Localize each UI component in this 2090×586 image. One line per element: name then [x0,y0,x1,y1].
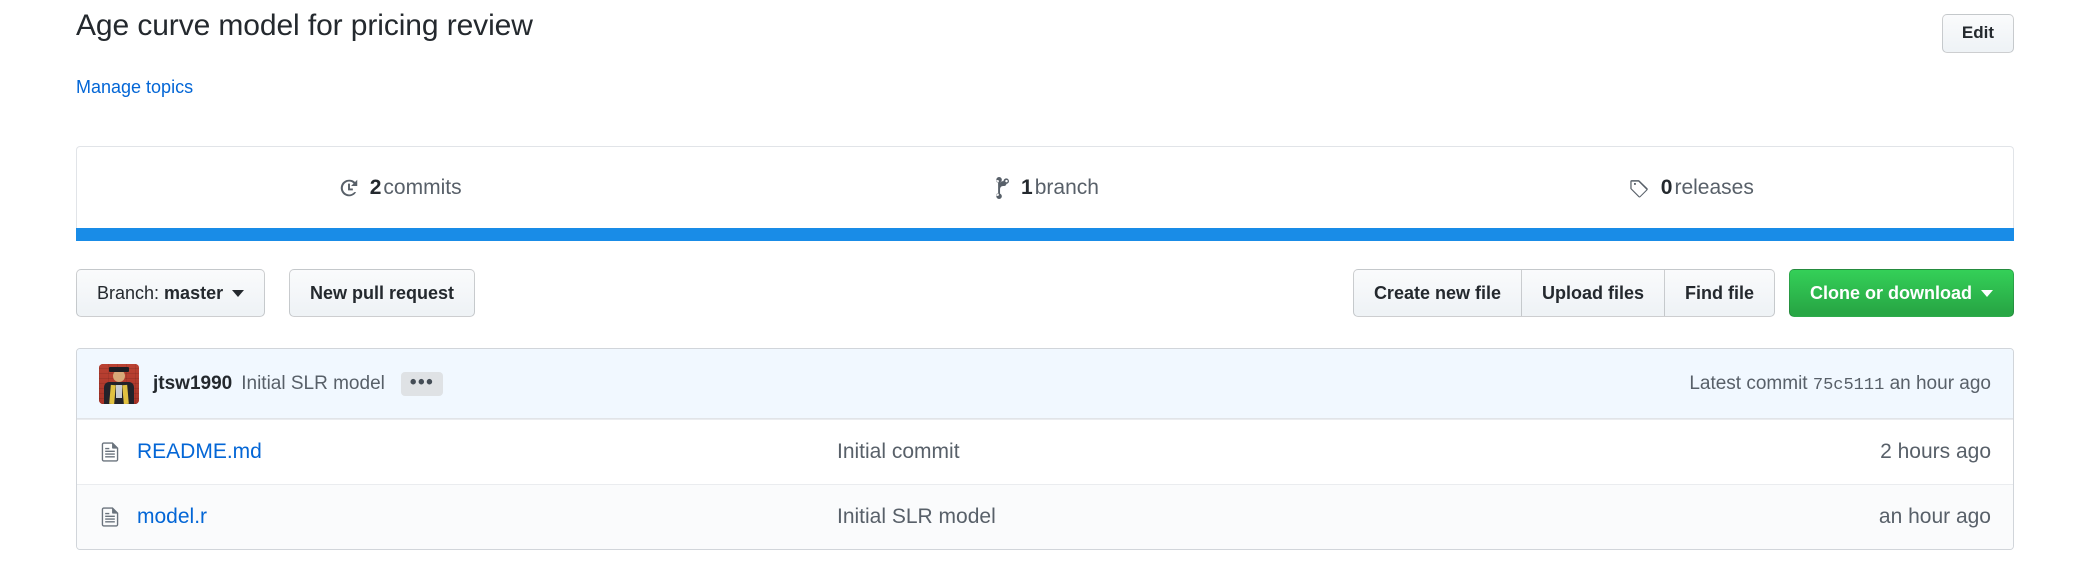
latest-commit-meta: Latest commit 75c5111 an hour ago [1689,373,1991,395]
file-icon [99,506,123,528]
file-age: 2 hours ago [1731,440,1991,464]
repo-header: Age curve model for pricing review Edit [76,6,2014,68]
stat-releases-label: releases [1674,176,1753,199]
right-action-group: Create new file Upload files Find file C… [1353,269,2014,317]
avatar [99,364,139,404]
language-segment-r [76,228,2014,241]
stat-branches[interactable]: 1branch [722,147,1367,228]
table-row[interactable]: README.md Initial commit 2 hours ago [77,419,2013,484]
branch-name-label: master [164,283,223,303]
language-bar [76,228,2014,241]
upload-files-button[interactable]: Upload files [1521,269,1665,317]
latest-commit-age: an hour ago [1890,373,1991,394]
repo-actions-row: Branch: master New pull request Create n… [76,269,2014,317]
stat-branches-label: branch [1035,176,1099,199]
file-commit-message[interactable]: Initial commit [837,440,1731,464]
edit-button[interactable]: Edit [1942,14,2014,53]
file-icon [99,441,123,463]
clone-label: Clone or download [1810,283,1972,303]
manage-topics-link[interactable]: Manage topics [76,77,193,98]
repo-stats-container: 2commits 1branch 0releases [76,146,2014,241]
latest-commit-prefix: Latest commit [1689,373,1807,394]
latest-commit-bar: jtsw1990 Initial SLR model ••• Latest co… [77,349,2013,419]
repository-page: Age curve model for pricing review Edit … [0,0,2090,586]
tag-icon [1627,177,1651,199]
stat-branches-count: 1 [1021,176,1033,199]
commit-expand-button[interactable]: ••• [401,372,443,396]
create-new-file-button[interactable]: Create new file [1353,269,1522,317]
stat-commits-label: commits [383,176,461,199]
file-name-link[interactable]: README.md [137,440,837,464]
commit-author-link[interactable]: jtsw1990 [153,373,232,395]
chevron-down-icon [1981,290,1993,297]
history-icon [338,177,360,199]
ellipsis-icon: ••• [410,374,434,392]
commit-message-link[interactable]: Initial SLR model [241,373,385,395]
table-row[interactable]: model.r Initial SLR model an hour ago [77,484,2013,549]
find-file-button[interactable]: Find file [1664,269,1775,317]
file-actions-button-group: Create new file Upload files Find file [1353,269,1775,317]
branch-selector-button[interactable]: Branch: master [76,269,265,317]
stat-releases-count: 0 [1661,176,1673,199]
stat-commits[interactable]: 2commits [77,147,722,228]
repo-stats-bar: 2commits 1branch 0releases [76,146,2014,228]
chevron-down-icon [232,290,244,297]
stat-commits-count: 2 [370,176,382,199]
file-list-container: jtsw1990 Initial SLR model ••• Latest co… [76,348,2014,550]
branch-prefix-label: Branch: [97,283,164,303]
stat-releases[interactable]: 0releases [1368,147,2013,228]
new-pull-request-button[interactable]: New pull request [289,269,475,317]
commit-sha[interactable]: 75c5111 [1813,376,1884,395]
page-title: Age curve model for pricing review [76,6,533,46]
file-commit-message[interactable]: Initial SLR model [837,505,1731,529]
clone-or-download-button[interactable]: Clone or download [1789,269,2014,317]
file-name-link[interactable]: model.r [137,505,837,529]
file-age: an hour ago [1731,505,1991,529]
git-branch-icon [991,177,1011,199]
